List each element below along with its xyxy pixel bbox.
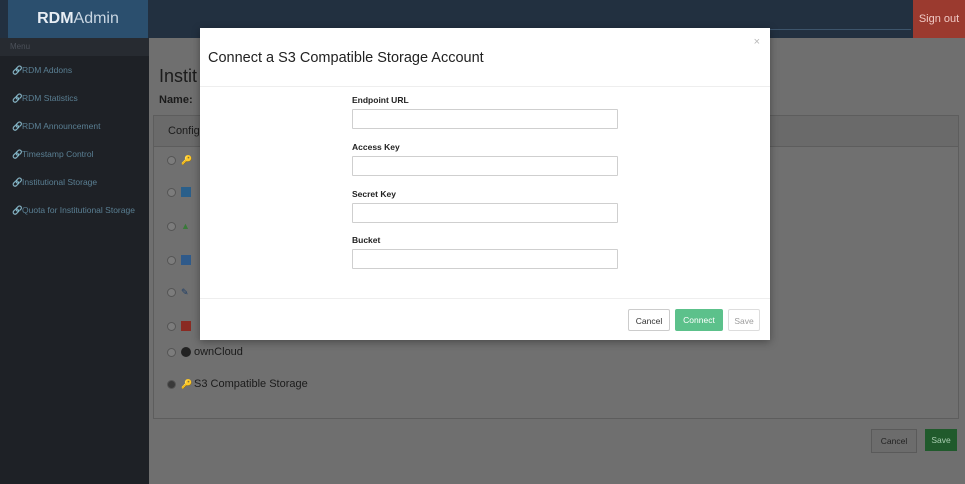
connect-s3-modal: Connect a S3 Compatible Storage Account … — [200, 28, 770, 340]
brand-bold: RDM — [37, 10, 74, 27]
close-icon[interactable]: × — [754, 36, 760, 48]
sidebar-menu-header: Menu — [0, 38, 149, 56]
drive-icon: ▲ — [181, 221, 190, 232]
access-key-label: Access Key — [352, 142, 400, 152]
modal-divider — [200, 298, 770, 299]
storage-option-box[interactable] — [167, 186, 194, 198]
page-cancel-button[interactable]: Cancel — [871, 429, 917, 453]
sidebar-item-label: Institutional Storage — [22, 177, 98, 187]
bucket-label: Bucket — [352, 235, 381, 245]
sidebar-item-label: Quota for Institutional Storage — [22, 205, 135, 215]
sidebar-item-label: Timestamp Control — [22, 149, 94, 159]
storage-option-drive[interactable]: ▲ — [167, 220, 194, 232]
secret-key-input[interactable] — [352, 203, 618, 223]
link-icon: 🔗 — [12, 121, 23, 131]
sidebar-item-timestamp-control[interactable]: 🔗Timestamp Control — [0, 140, 149, 168]
modal-divider — [200, 86, 770, 87]
box-icon — [181, 187, 191, 198]
save-button[interactable]: Save — [728, 309, 760, 331]
sidebar-item-institutional-storage[interactable]: 🔗Institutional Storage — [0, 168, 149, 196]
link-icon: 🔗 — [12, 177, 23, 187]
key-icon: 🔑 — [181, 155, 193, 166]
sidebar-item-rdm-addons[interactable]: 🔗RDM Addons — [0, 56, 149, 84]
storage-option-label: S3 Compatible Storage — [194, 378, 308, 390]
sidebar-item-rdm-statistics[interactable]: 🔗RDM Statistics — [0, 84, 149, 112]
radio-button[interactable] — [167, 321, 176, 331]
access-key-input[interactable] — [352, 156, 618, 176]
sidebar: Menu 🔗RDM Addons 🔗RDM Statistics 🔗RDM An… — [0, 38, 149, 484]
radio-button-selected[interactable] — [167, 379, 176, 389]
square-icon — [181, 321, 191, 332]
radio-button[interactable] — [167, 347, 176, 357]
secret-key-label: Secret Key — [352, 189, 396, 199]
brand-rest: Admin — [73, 10, 119, 27]
connect-button[interactable]: Connect — [675, 309, 723, 331]
link-icon: 🔗 — [12, 65, 23, 75]
radio-button[interactable] — [167, 155, 176, 165]
storage-option-pencil[interactable]: ✎ — [167, 286, 194, 298]
bucket-input[interactable] — [352, 249, 618, 269]
sign-out-button[interactable]: Sign out — [913, 0, 965, 38]
storage-option-owncloud[interactable]: ownCloud — [167, 346, 243, 358]
storage-option-key[interactable]: 🔑 — [167, 154, 194, 166]
storage-option-label: ownCloud — [194, 346, 243, 358]
modal-title: Connect a S3 Compatible Storage Account — [208, 50, 484, 66]
storage-option-cloud[interactable] — [167, 254, 194, 266]
pencil-icon: ✎ — [181, 287, 189, 298]
page-save-button[interactable]: Save — [925, 429, 957, 451]
brand-logo[interactable]: RDMAdmin — [8, 0, 148, 38]
radio-button[interactable] — [167, 255, 176, 265]
sidebar-item-rdm-announcement[interactable]: 🔗RDM Announcement — [0, 112, 149, 140]
radio-button[interactable] — [167, 187, 176, 197]
cancel-button[interactable]: Cancel — [628, 309, 670, 331]
sidebar-item-label: RDM Announcement — [22, 121, 101, 131]
sidebar-item-label: RDM Statistics — [22, 93, 78, 103]
link-icon: 🔗 — [12, 149, 23, 159]
owncloud-icon — [181, 347, 191, 358]
cloud-icon — [181, 255, 191, 266]
sidebar-item-quota-institutional-storage[interactable]: 🔗Quota for Institutional Storage — [0, 196, 149, 224]
storage-option-s3-compatible[interactable]: 🔑 S3 Compatible Storage — [167, 378, 308, 390]
endpoint-url-input[interactable] — [352, 109, 618, 129]
radio-button[interactable] — [167, 221, 176, 231]
radio-button[interactable] — [167, 287, 176, 297]
link-icon: 🔗 — [12, 205, 23, 215]
endpoint-url-label: Endpoint URL — [352, 95, 409, 105]
page-title: Instit — [159, 66, 198, 86]
name-label: Name: — [159, 94, 193, 106]
storage-option-square[interactable] — [167, 320, 194, 332]
link-icon: 🔗 — [12, 93, 23, 103]
sidebar-item-label: RDM Addons — [22, 65, 73, 75]
key-icon: 🔑 — [181, 379, 193, 390]
